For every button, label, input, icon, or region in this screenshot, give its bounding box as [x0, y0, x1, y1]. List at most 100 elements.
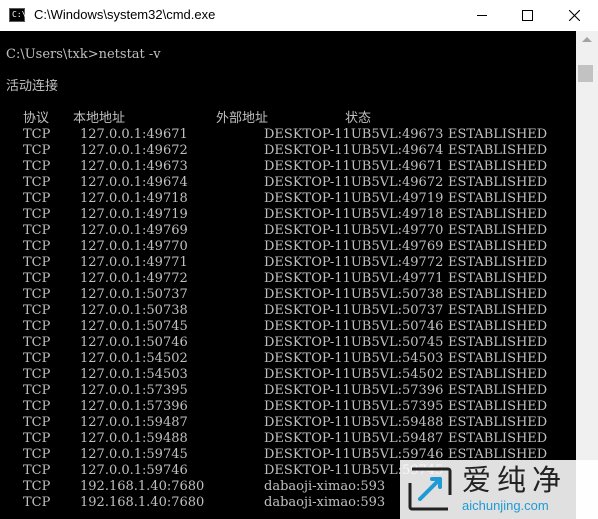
- table-row: TCP 127.0.0.1:49674 DESKTOP-11UB5VL:49672 E…: [0, 175, 576, 191]
- cell-proto: TCP: [23, 367, 51, 382]
- table-row: TCP 127.0.0.1:59487 DESKTOP-11UB5VL:59488 E…: [0, 415, 576, 431]
- cell-state: ESTABLISHED: [448, 335, 548, 350]
- cell-state: ESTABLISHED: [448, 127, 548, 142]
- cell-local-address: 127.0.0.1:54502: [80, 351, 188, 366]
- cell-foreign-address: DESKTOP-11UB5VL:49772: [264, 255, 444, 270]
- table-row: TCP 127.0.0.1:49772 DESKTOP-11UB5VL:49771 E…: [0, 271, 576, 287]
- scroll-thumb[interactable]: [578, 65, 593, 82]
- cell-proto: TCP: [23, 335, 51, 350]
- cell-state: ESTABLISHED: [448, 431, 548, 446]
- cell-state: ESTABLISHED: [448, 319, 548, 334]
- table-row: TCP 127.0.0.1:57396 DESKTOP-11UB5VL:57395 E…: [0, 399, 576, 415]
- title-bar[interactable]: C:\ C:\Windows\system32\cmd.exe: [0, 0, 598, 31]
- cell-local-address: 127.0.0.1:59488: [80, 431, 188, 446]
- cell-state: ESTABLISHED: [448, 223, 548, 238]
- cell-local-address: 127.0.0.1:49672: [80, 143, 188, 158]
- cell-proto: TCP: [23, 303, 51, 318]
- cell-proto: TCP: [23, 431, 51, 446]
- table-row: TCP 127.0.0.1:49770 DESKTOP-11UB5VL:49769 E…: [0, 239, 576, 255]
- cell-local-address: 127.0.0.1:57395: [80, 383, 188, 398]
- cell-foreign-address: DESKTOP-11UB5VL:50746: [264, 319, 444, 334]
- cell-foreign-address: DESKTOP-11UB5VL:54502: [264, 367, 444, 382]
- vertical-scrollbar[interactable]: [576, 31, 598, 519]
- cell-state: ESTABLISHED: [448, 159, 548, 174]
- cell-state: ESTABLISHED: [448, 367, 548, 382]
- cell-state: ESTABLISHED: [448, 271, 548, 286]
- cell-proto: TCP: [23, 447, 51, 462]
- cell-state: ESTABLISHED: [448, 287, 548, 302]
- table-row: TCP 127.0.0.1:49769 DESKTOP-11UB5VL:49770 E…: [0, 223, 576, 239]
- cell-foreign-address: DESKTOP-11UB5VL:59487: [264, 431, 444, 446]
- table-row: TCP 127.0.0.1:50737 DESKTOP-11UB5VL:50738 E…: [0, 287, 576, 303]
- cell-state: ESTABLISHED: [448, 399, 548, 414]
- command-line: C:\Users\txk>netstat -v: [6, 47, 161, 62]
- close-icon: [569, 10, 580, 21]
- cell-state: ESTABLISHED: [448, 415, 548, 430]
- cell-local-address: 127.0.0.1:49769: [80, 223, 188, 238]
- table-row: TCP 127.0.0.1:49771 DESKTOP-11UB5VL:49772 E…: [0, 255, 576, 271]
- cell-proto: TCP: [23, 271, 51, 286]
- watermark-logo-icon: [408, 467, 452, 511]
- table-row: TCP 127.0.0.1:49671 DESKTOP-11UB5VL:49673 E…: [0, 127, 576, 143]
- cell-local-address: 127.0.0.1:59746: [80, 463, 188, 478]
- column-header-state: 状态: [345, 111, 372, 126]
- cell-foreign-address: dabaoji-ximao:593: [264, 495, 386, 510]
- cell-proto: TCP: [23, 319, 51, 334]
- cell-foreign-address: DESKTOP-11UB5VL:49770: [264, 223, 444, 238]
- cell-local-address: 192.168.1.40:7680: [80, 479, 205, 494]
- watermark-text: 爱纯净: [462, 463, 568, 497]
- close-button[interactable]: [551, 0, 597, 31]
- cell-local-address: 127.0.0.1:57396: [80, 399, 188, 414]
- cell-proto: TCP: [23, 383, 51, 398]
- cell-state: ESTABLISHED: [448, 255, 548, 270]
- table-row: TCP 127.0.0.1:49718 DESKTOP-11UB5VL:49719 E…: [0, 191, 576, 207]
- cell-foreign-address: DESKTOP-11UB5VL:49719: [264, 191, 444, 206]
- cell-foreign-address: DESKTOP-11UB5VL:57396: [264, 383, 444, 398]
- maximize-button[interactable]: [505, 0, 551, 31]
- cell-proto: TCP: [23, 495, 51, 510]
- cell-local-address: 127.0.0.1:49674: [80, 175, 188, 190]
- watermark: 爱纯净 aichunjing.com: [400, 460, 598, 519]
- cell-state: ESTABLISHED: [448, 383, 548, 398]
- cell-proto: TCP: [23, 143, 51, 158]
- cell-foreign-address: DESKTOP-11UB5VL:49674: [264, 143, 444, 158]
- cell-local-address: 127.0.0.1:50745: [80, 319, 188, 334]
- table-row: TCP 127.0.0.1:50746 DESKTOP-11UB5VL:50745 E…: [0, 335, 576, 351]
- cmd-icon[interactable]: C:\: [9, 8, 26, 22]
- cell-state: ESTABLISHED: [448, 207, 548, 222]
- cell-foreign-address: DESKTOP-11UB5VL:49771: [264, 271, 444, 286]
- section-title: 活动连接: [6, 79, 59, 94]
- console-output[interactable]: C:\Users\txk>netstat -v 活动连接 协议 本地地址 外部地…: [0, 31, 576, 519]
- window-title: C:\Windows\system32\cmd.exe: [34, 7, 216, 22]
- cell-proto: TCP: [23, 399, 51, 414]
- cell-proto: TCP: [23, 239, 51, 254]
- cell-local-address: 127.0.0.1:49671: [80, 127, 188, 142]
- cell-proto: TCP: [23, 223, 51, 238]
- cell-local-address: 192.168.1.40:7680: [80, 495, 205, 510]
- cell-local-address: 127.0.0.1:49770: [80, 239, 188, 254]
- cell-local-address: 127.0.0.1:50746: [80, 335, 188, 350]
- table-row: TCP 127.0.0.1:50745 DESKTOP-11UB5VL:50746 E…: [0, 319, 576, 335]
- watermark-url: aichunjing.com: [462, 498, 549, 513]
- cell-proto: TCP: [23, 207, 51, 222]
- cell-state: ESTABLISHED: [448, 351, 548, 366]
- cell-proto: TCP: [23, 479, 51, 494]
- table-row: TCP 127.0.0.1:54503 DESKTOP-11UB5VL:54502 E…: [0, 367, 576, 383]
- column-header-local: 本地地址: [73, 111, 126, 126]
- cell-foreign-address: DESKTOP-11UB5VL:59488: [264, 415, 444, 430]
- cell-proto: TCP: [23, 351, 51, 366]
- cell-proto: TCP: [23, 127, 51, 142]
- cell-local-address: 127.0.0.1:49718: [80, 191, 188, 206]
- cell-local-address: 127.0.0.1:49772: [80, 271, 188, 286]
- cell-foreign-address: DESKTOP-11UB5VL:49671: [264, 159, 444, 174]
- cell-foreign-address: DESKTOP-11UB5VL:50745: [264, 335, 444, 350]
- cell-local-address: 127.0.0.1:49719: [80, 207, 188, 222]
- minimize-button[interactable]: [459, 0, 505, 31]
- table-row: TCP 127.0.0.1:50738 DESKTOP-11UB5VL:50737 E…: [0, 303, 576, 319]
- cell-proto: TCP: [23, 255, 51, 270]
- cell-proto: TCP: [23, 287, 51, 302]
- cell-local-address: 127.0.0.1:59487: [80, 415, 188, 430]
- cell-proto: TCP: [23, 191, 51, 206]
- cell-proto: TCP: [23, 415, 51, 430]
- scroll-up-button[interactable]: [576, 31, 598, 48]
